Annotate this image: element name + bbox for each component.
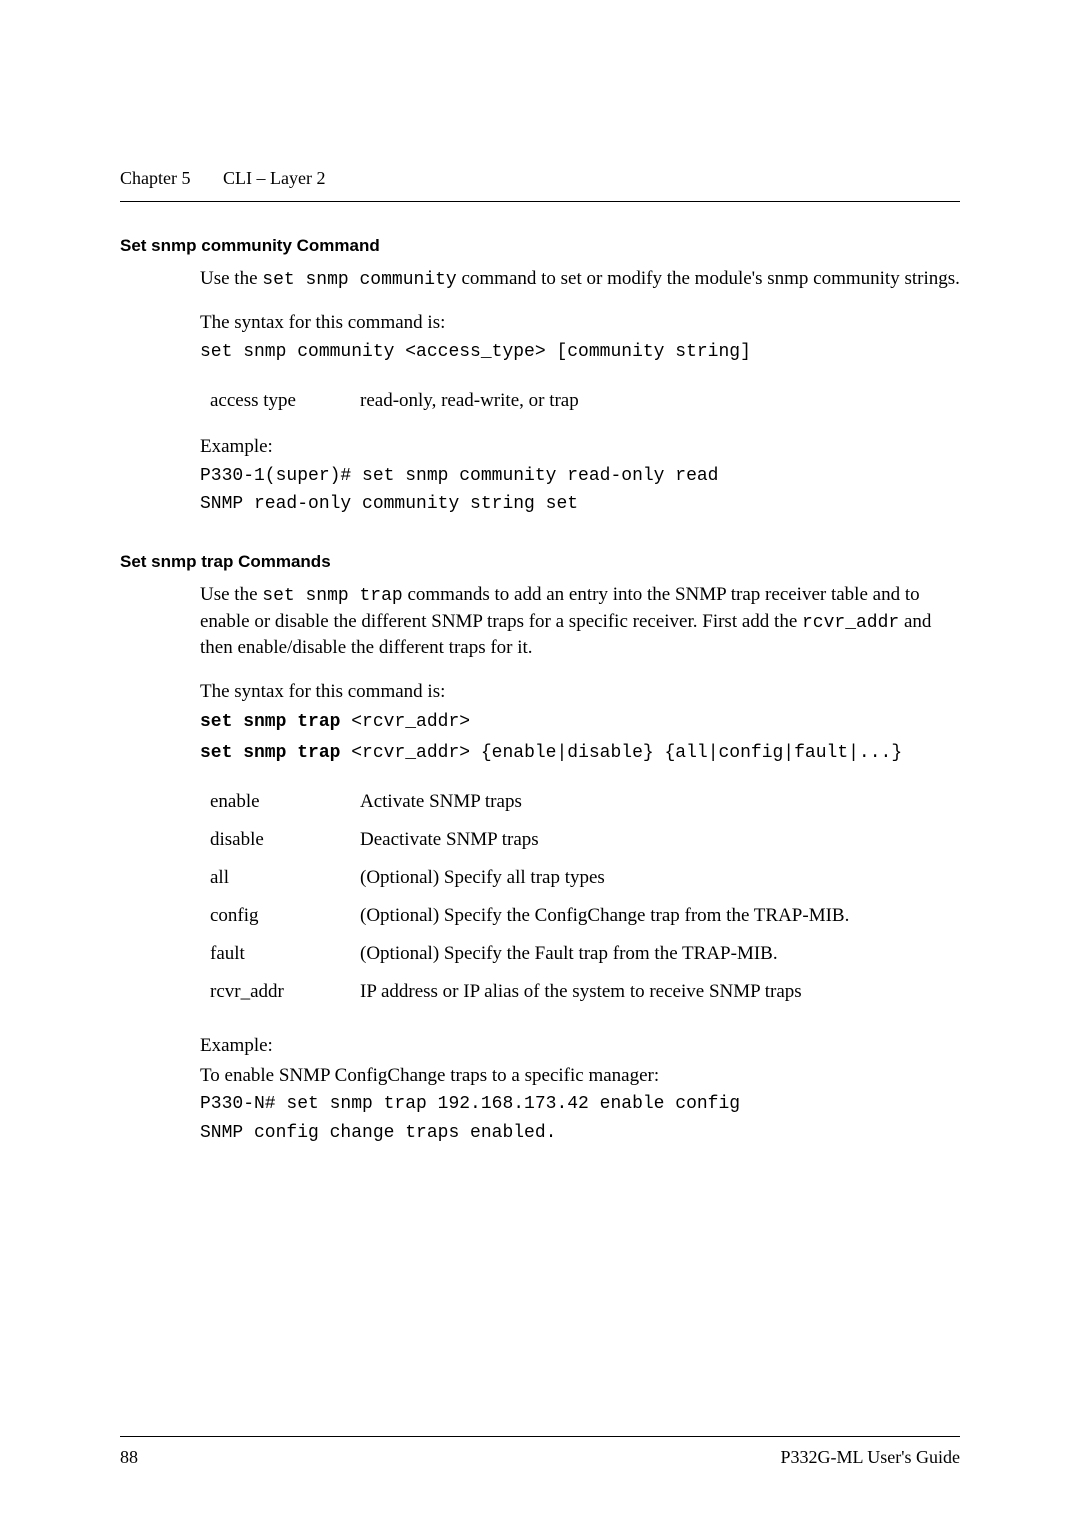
code: <rcvr_addr> {enable|disable} {all|config… (351, 743, 902, 763)
table-row: access type read-only, read-write, or tr… (210, 382, 579, 420)
param-value: read-only, read-write, or trap (360, 382, 579, 420)
param-table-community: access type read-only, read-write, or tr… (210, 382, 579, 420)
syntax-code-1: set snmp trap <rcvr_addr> (200, 708, 960, 734)
table-row: all(Optional) Specify all trap types (210, 859, 849, 897)
text: Use the (200, 268, 262, 289)
guide-title: P332G-ML User's Guide (780, 1447, 960, 1468)
param-table-trap: enableActivate SNMP traps disableDeactiv… (210, 783, 849, 1011)
code: <rcvr_addr> (351, 712, 470, 732)
table-row: fault(Optional) Specify the Fault trap f… (210, 935, 849, 973)
syntax-label: The syntax for this command is: (200, 679, 960, 705)
example-line: P330-1(super)# set snmp community read-o… (200, 464, 960, 488)
footer-rule (120, 1436, 960, 1437)
chapter-title: CLI – Layer 2 (223, 168, 325, 188)
page-header: Chapter 5 CLI – Layer 2 (120, 168, 960, 189)
param-key: rcvr_addr (210, 973, 360, 1011)
inline-code: set snmp trap (262, 586, 402, 606)
syntax-code-2: set snmp trap <rcvr_addr> {enable|disabl… (200, 739, 960, 765)
chapter-number: Chapter 5 (120, 168, 190, 188)
page-number: 88 (120, 1447, 138, 1468)
section-body-community: Use the set snmp community command to se… (200, 266, 960, 516)
param-value: IP address or IP alias of the system to … (360, 973, 849, 1011)
table-row: disableDeactivate SNMP traps (210, 821, 849, 859)
example-line: P330-N# set snmp trap 192.168.173.42 ena… (200, 1092, 960, 1116)
trap-description: Use the set snmp trap commands to add an… (200, 582, 960, 660)
param-key: disable (210, 821, 360, 859)
page-footer: 88 P332G-ML User's Guide (120, 1436, 960, 1468)
param-key: access type (210, 382, 360, 420)
community-description: Use the set snmp community command to se… (200, 266, 960, 292)
example-label: Example: (200, 434, 960, 460)
table-row: config(Optional) Specify the ConfigChang… (210, 897, 849, 935)
example-line: SNMP config change traps enabled. (200, 1121, 960, 1145)
syntax-label: The syntax for this command is: (200, 310, 960, 336)
code-bold: set snmp trap (200, 712, 351, 732)
example-label: Example: (200, 1033, 960, 1059)
param-key: enable (210, 783, 360, 821)
section-body-trap: Use the set snmp trap commands to add an… (200, 582, 960, 1144)
param-key: all (210, 859, 360, 897)
param-value: (Optional) Specify the Fault trap from t… (360, 935, 849, 973)
text: command to set or modify the module's sn… (457, 268, 960, 289)
inline-code: rcvr_addr (802, 613, 899, 633)
table-row: rcvr_addrIP address or IP alias of the s… (210, 973, 849, 1011)
param-value: Deactivate SNMP traps (360, 821, 849, 859)
param-value: Activate SNMP traps (360, 783, 849, 821)
param-key: config (210, 897, 360, 935)
header-rule (120, 201, 960, 202)
example-intro: To enable SNMP ConfigChange traps to a s… (200, 1063, 960, 1089)
text: Use the (200, 584, 262, 605)
section-title-community: Set snmp community Command (120, 236, 960, 256)
param-value: (Optional) Specify the ConfigChange trap… (360, 897, 849, 935)
param-key: fault (210, 935, 360, 973)
example-line: SNMP read-only community string set (200, 492, 960, 516)
code-bold: set snmp trap (200, 743, 351, 763)
table-row: enableActivate SNMP traps (210, 783, 849, 821)
syntax-code: set snmp community <access_type> [commun… (200, 340, 960, 364)
param-value: (Optional) Specify all trap types (360, 859, 849, 897)
section-title-trap: Set snmp trap Commands (120, 552, 960, 572)
inline-code: set snmp community (262, 270, 456, 290)
